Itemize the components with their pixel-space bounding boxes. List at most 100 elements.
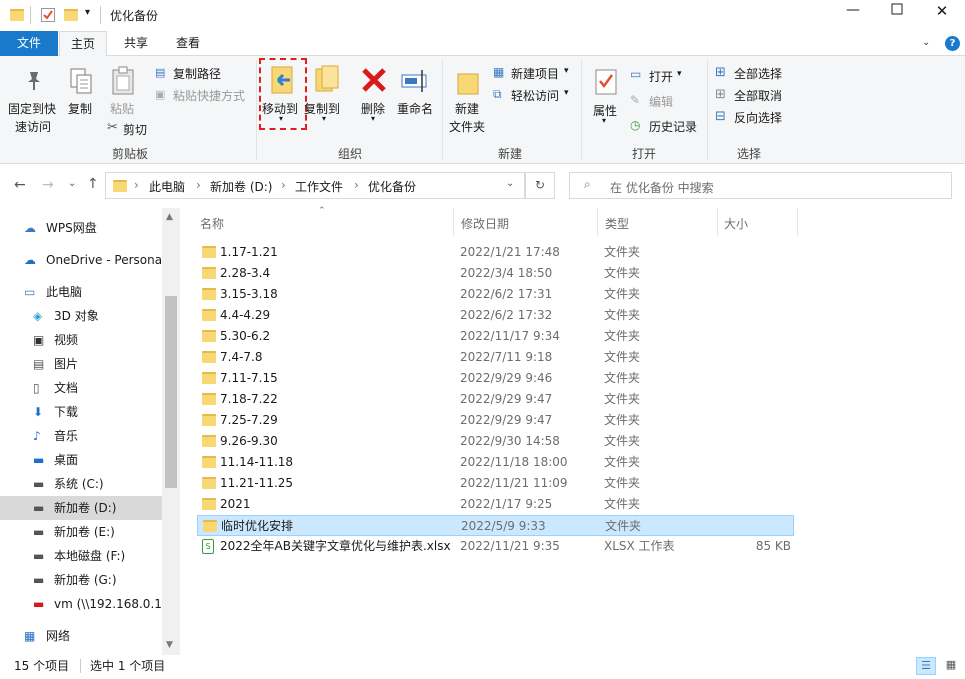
file-row[interactable]: S 2022全年AB关键字文章优化与维护表.xlsx 2022/11/21 9:35… — [197, 536, 794, 557]
customize-qa-icon[interactable]: ▾ — [85, 7, 90, 18]
file-row[interactable]: 11.14-11.18 2022/11/18 18:00 文件夹 — [197, 452, 794, 473]
cut-button[interactable]: 剪切 — [123, 121, 147, 138]
file-row[interactable]: 3.15-3.18 2022/6/2 17:31 文件夹 — [197, 284, 794, 305]
refresh-button[interactable]: ↻ — [525, 172, 555, 199]
breadcrumb-drive-d[interactable]: 新加卷 (D:) — [210, 178, 272, 195]
paste-shortcut-button[interactable]: 粘贴快捷方式 — [173, 87, 245, 104]
tab-home[interactable]: 主页 — [59, 31, 107, 57]
properties-qa-icon[interactable] — [41, 8, 55, 22]
nav-item-wps[interactable]: ☁ WPS网盘 — [0, 216, 162, 240]
collapse-ribbon-icon[interactable]: ⌄ — [922, 37, 930, 48]
column-divider[interactable] — [717, 208, 718, 236]
forward-arrow-icon[interactable]: → — [42, 177, 54, 193]
new-folder-qa-icon[interactable] — [64, 9, 78, 21]
file-row[interactable]: 4.4-4.29 2022/6/2 17:32 文件夹 — [197, 305, 794, 326]
nav-item-network[interactable]: ▦ 网络 — [0, 624, 162, 648]
nav-item-drive-d[interactable]: ▬ 新加卷 (D:) — [0, 496, 162, 520]
tab-share[interactable]: 共享 — [112, 31, 160, 56]
invert-selection-button[interactable]: 反向选择 — [734, 109, 782, 126]
address-history-icon[interactable]: ⌄ — [506, 178, 514, 189]
file-name: 11.14-11.18 — [220, 455, 294, 469]
scroll-down-icon[interactable]: ▼ — [166, 640, 173, 650]
select-none-button[interactable]: 全部取消 — [734, 87, 782, 104]
column-date[interactable]: 修改日期 — [461, 215, 509, 232]
nav-item-drive-g[interactable]: ▬ 新加卷 (G:) — [0, 568, 162, 592]
copy-button[interactable]: 复制 — [68, 100, 92, 117]
nav-item-3d[interactable]: ◈ 3D 对象 — [0, 304, 162, 328]
column-divider[interactable] — [453, 208, 454, 236]
edit-button[interactable]: 编辑 — [649, 93, 673, 110]
file-type: 文件夹 — [604, 287, 641, 301]
column-divider[interactable] — [797, 208, 798, 236]
folder-icon — [113, 180, 127, 192]
nav-scrollbar-thumb[interactable] — [165, 296, 177, 488]
folder-icon — [202, 288, 216, 300]
nav-item-desktop[interactable]: ▬ 桌面 — [0, 448, 162, 472]
file-name: 2.28-3.4 — [220, 266, 271, 280]
new-folder-label-2[interactable]: 文件夹 — [449, 118, 485, 135]
rename-button[interactable]: 重命名 — [397, 100, 433, 117]
pin-quick-access-button[interactable]: 固定到快 — [8, 100, 56, 117]
file-row[interactable]: 2021 2022/1/17 9:25 文件夹 — [197, 494, 794, 515]
tab-file[interactable]: 文件 — [0, 31, 58, 56]
chevron-down-icon: ▾ — [371, 114, 376, 123]
easy-access-button[interactable]: 轻松访问 — [511, 87, 559, 104]
nav-item-music[interactable]: ♪ 音乐 — [0, 424, 162, 448]
breadcrumb-this-pc[interactable]: 此电脑 — [149, 178, 185, 195]
nav-item-drive-f[interactable]: ▬ 本地磁盘 (F:) — [0, 544, 162, 568]
tab-view[interactable]: 查看 — [164, 31, 212, 56]
file-date: 2022/3/4 18:50 — [460, 266, 553, 280]
file-row[interactable]: 7.11-7.15 2022/9/29 9:46 文件夹 — [197, 368, 794, 389]
up-arrow-icon[interactable]: ↑ — [87, 176, 99, 192]
file-row[interactable]: 临时优化安排 2022/5/9 9:33 文件夹 — [197, 515, 794, 536]
file-row[interactable]: 5.30-6.2 2022/11/17 9:34 文件夹 — [197, 326, 794, 347]
paste-button[interactable]: 粘贴 — [110, 100, 134, 117]
column-name[interactable]: 名称 — [200, 215, 224, 232]
details-view-icon[interactable]: ☰ — [916, 657, 936, 675]
column-type[interactable]: 类型 — [605, 215, 629, 232]
select-all-button[interactable]: 全部选择 — [734, 65, 782, 82]
column-divider[interactable] — [597, 208, 598, 236]
nav-item-pictures[interactable]: ▤ 图片 — [0, 352, 162, 376]
file-row[interactable]: 7.25-7.29 2022/9/29 9:47 文件夹 — [197, 410, 794, 431]
maximize-button[interactable] — [882, 3, 912, 27]
nav-item-vm[interactable]: ▬ vm (\\192.168.0.11 — [0, 592, 162, 616]
nav-item-documents[interactable]: ▯ 文档 — [0, 376, 162, 400]
nav-item-video[interactable]: ▣ 视频 — [0, 328, 162, 352]
file-row[interactable]: 1.17-1.21 2022/1/21 17:48 文件夹 — [197, 242, 794, 263]
history-button[interactable]: 历史记录 — [649, 118, 697, 135]
file-row[interactable]: 2.28-3.4 2022/3/4 18:50 文件夹 — [197, 263, 794, 284]
back-arrow-icon[interactable]: ← — [14, 177, 26, 193]
nav-item-this-pc[interactable]: ▭ 此电脑 — [0, 280, 162, 304]
nav-item-downloads[interactable]: ⬇ 下载 — [0, 400, 162, 424]
divider — [581, 60, 582, 160]
minimize-button[interactable]: — — [838, 2, 868, 26]
search-box[interactable]: ⌕ 在 优化备份 中搜索 — [569, 172, 952, 199]
open-button[interactable]: 打开 — [649, 68, 673, 85]
help-icon[interactable]: ? — [945, 36, 960, 51]
close-button[interactable]: ✕ — [927, 2, 957, 26]
nav-item-drive-e[interactable]: ▬ 新加卷 (E:) — [0, 520, 162, 544]
file-date: 2022/9/29 9:47 — [460, 392, 553, 406]
delete-icon — [360, 66, 388, 97]
file-row[interactable]: 9.26-9.30 2022/9/30 14:58 文件夹 — [197, 431, 794, 452]
new-item-button[interactable]: 新建项目 — [511, 65, 559, 82]
breadcrumb-work-files[interactable]: 工作文件 — [295, 178, 343, 195]
breadcrumb-current[interactable]: 优化备份 — [368, 178, 416, 195]
file-row[interactable]: 7.4-7.8 2022/7/11 9:18 文件夹 — [197, 347, 794, 368]
nav-item-onedrive[interactable]: ☁ OneDrive - Personal — [0, 248, 162, 272]
nav-item-drive-c[interactable]: ▬ 系统 (C:) — [0, 472, 162, 496]
file-row[interactable]: 7.18-7.22 2022/9/29 9:47 文件夹 — [197, 389, 794, 410]
file-row[interactable]: 11.21-11.25 2022/11/21 11:09 文件夹 — [197, 473, 794, 494]
folder-icon — [202, 393, 216, 405]
large-icons-view-icon[interactable]: ▦ — [941, 657, 961, 675]
folder-icon — [10, 9, 24, 21]
scroll-up-icon[interactable]: ▲ — [166, 212, 173, 222]
copy-path-button[interactable]: 复制路径 — [173, 65, 221, 82]
file-type: 文件夹 — [604, 371, 641, 385]
recent-locations-icon[interactable]: ⌄ — [68, 178, 76, 189]
new-folder-label-1[interactable]: 新建 — [455, 100, 479, 117]
address-bar[interactable]: › 此电脑 › 新加卷 (D:) › 工作文件 › 优化备份 ⌄ — [105, 172, 525, 199]
column-size[interactable]: 大小 — [724, 215, 748, 232]
nav-scrollbar[interactable]: ▲ ▼ — [162, 208, 180, 655]
